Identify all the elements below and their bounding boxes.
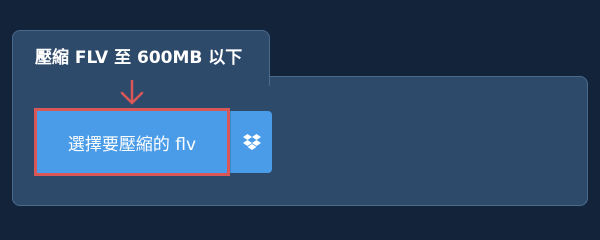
dropbox-button[interactable]	[230, 111, 272, 173]
arrow-down-icon	[120, 80, 144, 105]
tab-title: 壓縮 FLV 至 600MB 以下	[35, 48, 243, 68]
select-file-button[interactable]: 選擇要壓縮的 flv	[34, 108, 230, 176]
upload-button-group: 選擇要壓縮的 flv	[34, 108, 272, 176]
dropbox-icon	[242, 134, 261, 150]
compress-widget: 壓縮 FLV 至 600MB 以下 選擇要壓縮的 flv	[0, 0, 600, 230]
